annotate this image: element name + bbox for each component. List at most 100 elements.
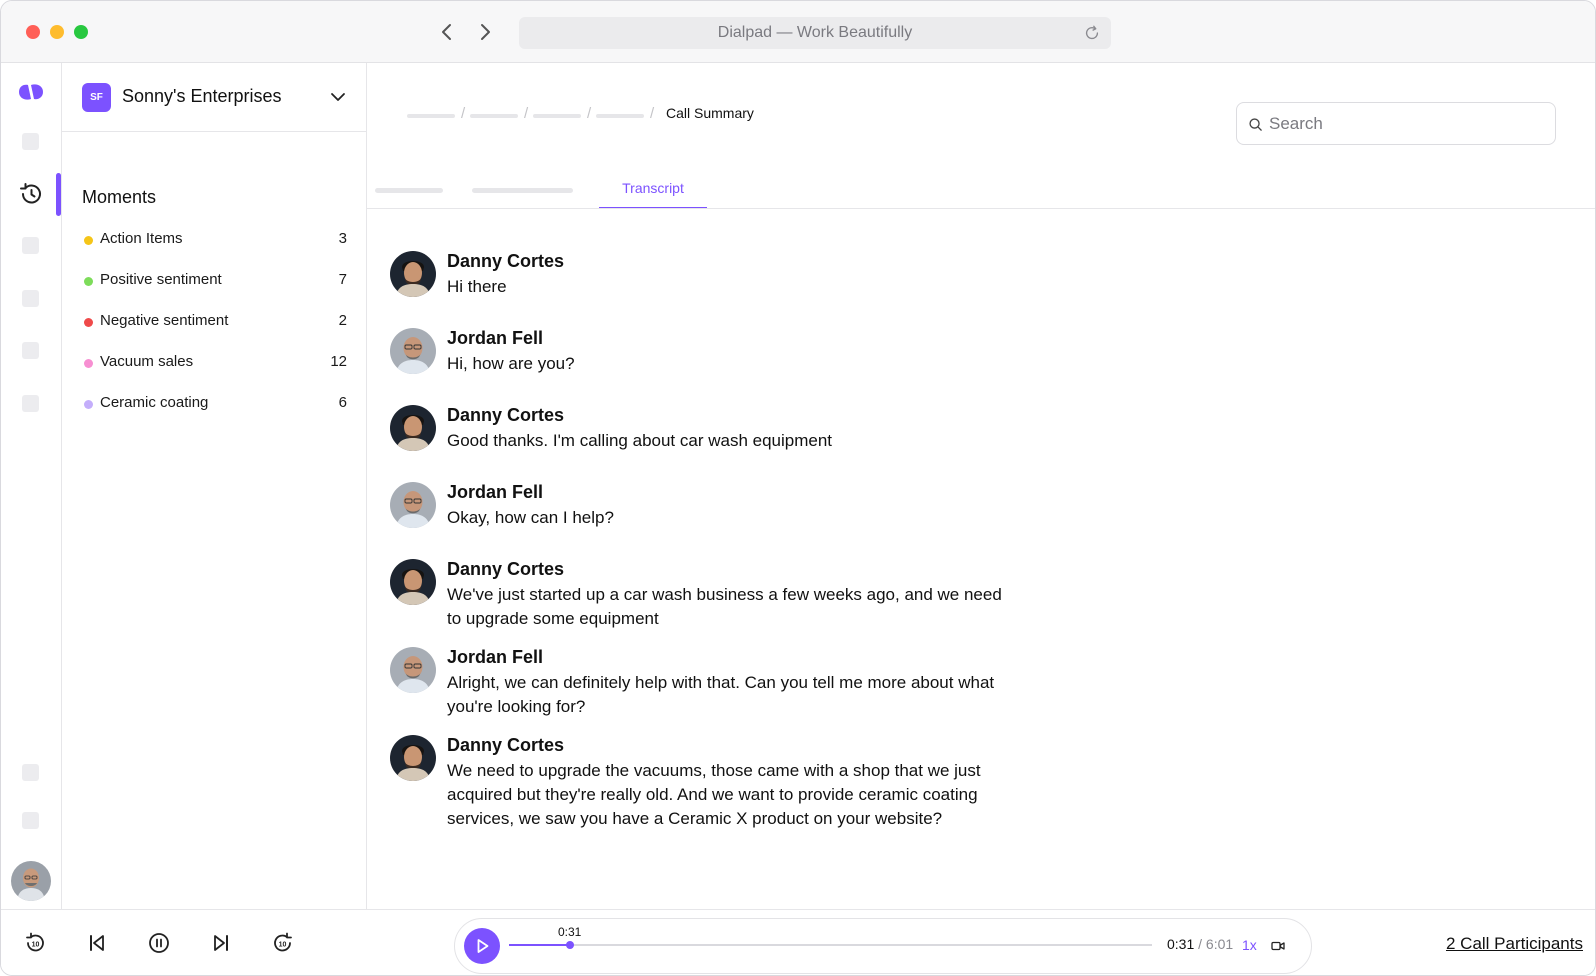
rail-nav-item[interactable] bbox=[22, 237, 39, 254]
rail-nav-item[interactable] bbox=[22, 395, 39, 412]
moment-dot bbox=[84, 318, 93, 327]
tab-placeholder[interactable] bbox=[472, 188, 573, 193]
forward-10-icon[interactable]: 10 bbox=[271, 931, 295, 955]
message-text: Hi there bbox=[447, 277, 507, 296]
close-window-button[interactable] bbox=[26, 25, 40, 39]
moment-label: Positive sentiment bbox=[100, 271, 222, 288]
user-avatar[interactable] bbox=[11, 861, 51, 901]
breadcrumb-separator: / bbox=[650, 105, 655, 122]
video-camera-icon[interactable] bbox=[1270, 938, 1286, 954]
forward-arrow-icon[interactable] bbox=[473, 20, 497, 44]
play-button[interactable] bbox=[464, 928, 500, 964]
rail-nav-item[interactable] bbox=[22, 133, 39, 150]
pause-icon[interactable] bbox=[147, 931, 171, 955]
speaker-name: Jordan Fell bbox=[447, 328, 544, 348]
message-text: Alright, we can definitely help with tha… bbox=[447, 673, 995, 716]
org-badge: SF bbox=[82, 83, 111, 112]
reload-icon[interactable] bbox=[1083, 24, 1101, 42]
moments-heading: Moments bbox=[82, 187, 157, 207]
progress-fill bbox=[509, 944, 570, 946]
message-text: We need to upgrade the vacuums, those ca… bbox=[447, 761, 981, 828]
rail-nav-item[interactable] bbox=[22, 290, 39, 307]
history-icon[interactable] bbox=[18, 181, 44, 207]
sidebar: SF Sonny's Enterprises Moments Action It… bbox=[62, 63, 367, 909]
search-icon bbox=[1249, 118, 1262, 131]
main-content: / / / / Call Summary Transcript bbox=[367, 63, 1595, 909]
moment-count: 6 bbox=[338, 394, 347, 411]
audio-player: 0:31 0:31 / 6:01 1x bbox=[454, 918, 1312, 974]
org-switcher[interactable]: SF Sonny's Enterprises bbox=[62, 63, 366, 132]
avatar-jordan bbox=[390, 328, 436, 374]
rail-nav-item[interactable] bbox=[22, 812, 39, 829]
left-rail bbox=[1, 63, 62, 909]
rail-nav-item[interactable] bbox=[22, 342, 39, 359]
back-arrow-icon[interactable] bbox=[435, 20, 459, 44]
breadcrumb-item[interactable] bbox=[470, 114, 518, 118]
tab-placeholder[interactable] bbox=[375, 188, 443, 193]
message-text: Okay, how can I help? bbox=[447, 508, 614, 527]
call-participants-link[interactable]: 2 Call Participants bbox=[1446, 934, 1583, 954]
search-input[interactable] bbox=[1269, 111, 1539, 137]
total-time: / 6:01 bbox=[1198, 936, 1234, 952]
rail-nav-item[interactable] bbox=[22, 764, 39, 781]
skip-next-icon[interactable] bbox=[209, 931, 233, 955]
speaker-name: Danny Cortes bbox=[447, 251, 565, 271]
playback-speed-button[interactable]: 1x bbox=[1242, 937, 1257, 953]
breadcrumb-separator: / bbox=[524, 105, 529, 122]
app-window: Dialpad — Work Beautifully SF Sonny's En… bbox=[0, 0, 1596, 976]
moment-item-negative-sentiment[interactable]: Negative sentiment 2 bbox=[82, 309, 347, 335]
speaker-name: Jordan Fell bbox=[447, 482, 544, 502]
message-text: We've just started up a car wash busines… bbox=[447, 585, 1002, 628]
skip-previous-icon[interactable] bbox=[85, 931, 109, 955]
search-box[interactable] bbox=[1236, 102, 1556, 145]
breadcrumb-item[interactable] bbox=[596, 114, 644, 118]
tab-transcript[interactable]: Transcript bbox=[599, 169, 707, 209]
svg-text:10: 10 bbox=[279, 942, 287, 949]
moment-item-ceramic-coating[interactable]: Ceramic coating 6 bbox=[82, 391, 347, 417]
breadcrumb-item[interactable] bbox=[407, 114, 455, 118]
title-bar: Dialpad — Work Beautifully bbox=[1, 1, 1595, 63]
moment-label: Ceramic coating bbox=[100, 394, 209, 411]
playhead-time-label: 0:31 bbox=[558, 925, 582, 939]
moment-count: 12 bbox=[330, 353, 347, 370]
moment-item-vacuum-sales[interactable]: Vacuum sales 12 bbox=[82, 350, 347, 376]
minimize-window-button[interactable] bbox=[50, 25, 64, 39]
avatar-jordan bbox=[390, 482, 436, 528]
rail-active-indicator bbox=[56, 173, 61, 216]
moment-item-action-items[interactable]: Action Items 3 bbox=[82, 227, 347, 253]
rewind-10-icon[interactable]: 10 bbox=[23, 931, 47, 955]
maximize-window-button[interactable] bbox=[74, 25, 88, 39]
svg-text:10: 10 bbox=[32, 942, 40, 949]
time-display: 0:31 / 6:01 bbox=[1167, 936, 1233, 952]
moment-label: Negative sentiment bbox=[100, 312, 229, 329]
playhead-handle[interactable] bbox=[566, 941, 574, 949]
moment-count: 3 bbox=[338, 230, 347, 247]
breadcrumb-separator: / bbox=[587, 105, 592, 122]
progress-track[interactable] bbox=[509, 941, 1152, 949]
moment-dot bbox=[84, 400, 93, 409]
breadcrumb-current: Call Summary bbox=[666, 105, 754, 121]
moment-dot bbox=[84, 277, 93, 286]
speaker-name: Danny Cortes bbox=[447, 735, 565, 755]
breadcrumb-item[interactable] bbox=[533, 114, 581, 118]
chevron-down-icon[interactable] bbox=[328, 87, 348, 107]
address-bar[interactable]: Dialpad — Work Beautifully bbox=[519, 17, 1111, 49]
breadcrumb-separator: / bbox=[461, 105, 466, 122]
moment-count: 2 bbox=[338, 312, 347, 329]
play-icon bbox=[477, 939, 489, 953]
moment-item-positive-sentiment[interactable]: Positive sentiment 7 bbox=[82, 268, 347, 294]
moment-label: Action Items bbox=[100, 230, 183, 247]
tabs-divider bbox=[367, 208, 1595, 209]
moment-dot bbox=[84, 359, 93, 368]
dialpad-logo-icon[interactable] bbox=[17, 81, 45, 103]
avatar-danny bbox=[390, 405, 436, 451]
moment-dot bbox=[84, 236, 93, 245]
current-time: 0:31 bbox=[1167, 936, 1195, 952]
org-name: Sonny's Enterprises bbox=[122, 86, 282, 106]
moment-count: 7 bbox=[338, 271, 347, 288]
message-text: Good thanks. I'm calling about car wash … bbox=[447, 431, 833, 450]
avatar-danny bbox=[390, 735, 436, 781]
speaker-name: Jordan Fell bbox=[447, 647, 544, 667]
speaker-name: Danny Cortes bbox=[447, 405, 565, 425]
playback-bar: 10 10 0:31 0:31 / 6:01 1x 2 Call Partici… bbox=[1, 909, 1595, 975]
